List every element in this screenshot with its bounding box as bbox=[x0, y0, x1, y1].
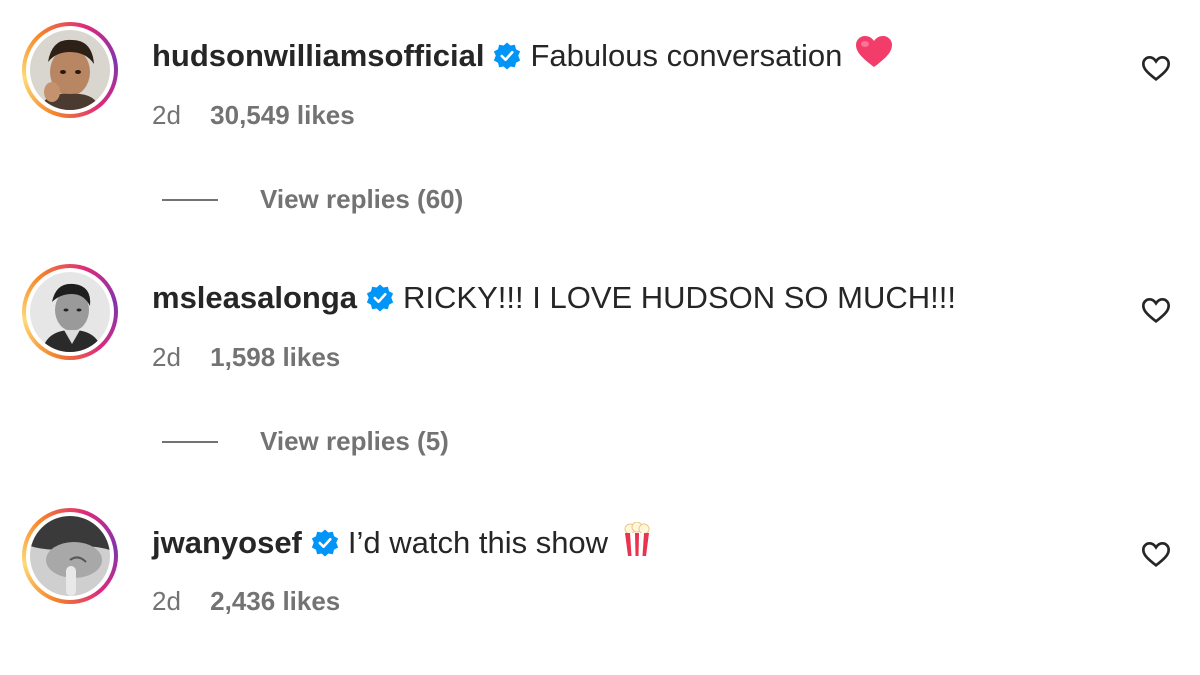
profile-photo bbox=[30, 516, 110, 596]
comment-likes-count[interactable]: 30,549 likes bbox=[210, 100, 355, 130]
comment-timestamp[interactable]: 2d bbox=[152, 100, 181, 130]
like-heart-icon[interactable] bbox=[1140, 52, 1172, 84]
comment-likes-count[interactable]: 1,598 likes bbox=[210, 342, 340, 372]
verified-badge-icon bbox=[310, 528, 340, 558]
profile-photo bbox=[30, 30, 110, 110]
like-heart-icon[interactable] bbox=[1140, 294, 1172, 326]
verified-badge-icon bbox=[365, 283, 395, 313]
comment-username[interactable]: msleasalonga bbox=[152, 280, 357, 316]
comment-likes-count[interactable]: 2,436 likes bbox=[210, 586, 340, 616]
comment-text: I’d watch this show bbox=[347, 525, 609, 560]
comment-text: Fabulous conversation bbox=[530, 38, 843, 73]
avatar[interactable] bbox=[22, 22, 118, 118]
like-heart-icon[interactable] bbox=[1140, 538, 1172, 570]
view-replies-button[interactable]: View replies (60) bbox=[162, 184, 463, 215]
comment-timestamp[interactable]: 2d bbox=[152, 342, 181, 372]
heart-emoji bbox=[856, 36, 893, 76]
comment-text: RICKY!!! I LOVE HUDSON SO MUCH!!! bbox=[403, 280, 956, 315]
avatar[interactable] bbox=[22, 264, 118, 360]
popcorn-emoji bbox=[622, 521, 652, 564]
replies-divider bbox=[162, 198, 218, 201]
comment-timestamp[interactable]: 2d bbox=[152, 586, 181, 616]
profile-photo bbox=[30, 272, 110, 352]
comment-username[interactable]: jwanyosef bbox=[152, 525, 302, 561]
replies-divider bbox=[162, 440, 218, 443]
comments-panel: hudsonwilliamsofficial Fabulous conversa… bbox=[0, 0, 1200, 675]
avatar[interactable] bbox=[22, 508, 118, 604]
comment-username[interactable]: hudsonwilliamsofficial bbox=[152, 38, 484, 74]
view-replies-label[interactable]: View replies (5) bbox=[260, 426, 449, 457]
view-replies-button[interactable]: View replies (5) bbox=[162, 426, 449, 457]
verified-badge-icon bbox=[492, 41, 522, 71]
view-replies-label[interactable]: View replies (60) bbox=[260, 184, 463, 215]
